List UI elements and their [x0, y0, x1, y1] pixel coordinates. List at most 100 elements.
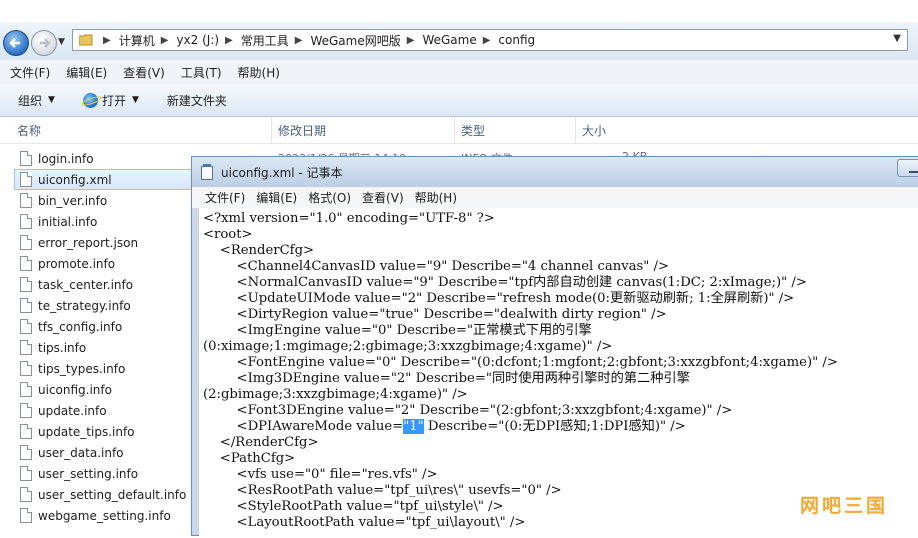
code-line: <?xml version="1.0" encoding="UTF-8" ?>: [203, 211, 495, 226]
arrow-right-icon: [40, 38, 51, 48]
file-row[interactable]: te_strategy.info: [0, 295, 200, 316]
code-line: <ImgEngine value="0" Describe="正常模式下用的引擎: [203, 323, 592, 338]
file-icon: [20, 445, 32, 460]
file-icon: [20, 403, 32, 418]
column-type[interactable]: 类型: [461, 122, 485, 139]
menu-help[interactable]: 帮助(H): [238, 64, 280, 81]
xml-content: <?xml version="1.0" encoding="UTF-8" ?> …: [199, 208, 918, 531]
file-row[interactable]: bin_ver.info: [0, 190, 200, 211]
breadcrumb-item-tools[interactable]: 常用工具: [241, 32, 289, 49]
file-icon: [20, 214, 32, 229]
notepad-text-area[interactable]: <?xml version="1.0" encoding="UTF-8" ?> …: [199, 208, 918, 538]
back-button[interactable]: [3, 30, 29, 56]
code-line: <vfs use="0" file="res.vfs" />: [203, 467, 438, 482]
column-size[interactable]: 大小: [582, 122, 606, 139]
code-line: <ResRootPath value="tpf_ui\res\" usevfs=…: [203, 483, 562, 498]
notepad-menu-view[interactable]: 查看(V): [362, 189, 404, 206]
menu-edit[interactable]: 编辑(E): [66, 64, 107, 81]
notepad-menu-edit[interactable]: 编辑(E): [256, 189, 297, 206]
file-name: user_setting_default.info: [38, 487, 187, 502]
file-name: user_setting.info: [38, 466, 139, 481]
file-name: login.info: [38, 151, 94, 166]
breadcrumb-item-wegame-netcafe[interactable]: WeGame网吧版: [310, 32, 400, 49]
file-name: bin_ver.info: [38, 193, 108, 208]
code-line: <FontEngine value="0" Describe="(0:dcfon…: [203, 355, 838, 370]
column-name[interactable]: 名称: [17, 122, 41, 139]
file-row[interactable]: tfs_config.info: [0, 316, 200, 337]
file-name: error_report.json: [38, 235, 139, 250]
new-folder-button[interactable]: 新建文件夹: [167, 92, 227, 109]
file-row[interactable]: login.info: [0, 148, 200, 169]
file-row-selected[interactable]: uiconfig.xml: [14, 169, 206, 190]
breadcrumb-separator-icon[interactable]: ▶: [161, 35, 169, 46]
notepad-menu-file[interactable]: 文件(F): [205, 189, 245, 206]
breadcrumb-separator-icon[interactable]: ▶: [103, 35, 111, 46]
file-name: tips.info: [38, 340, 87, 355]
file-row[interactable]: user_setting.info: [0, 463, 200, 484]
file-row[interactable]: task_center.info: [0, 274, 200, 295]
organize-label: 组织: [18, 93, 43, 108]
file-icon: [20, 277, 32, 292]
forward-button[interactable]: [31, 30, 57, 56]
file-row[interactable]: update_tips.info: [0, 421, 200, 442]
chevron-down-icon: ▼: [48, 95, 55, 105]
notepad-title-bar[interactable]: uiconfig.xml - 记事本: [192, 157, 918, 187]
address-history-dropdown-icon[interactable]: ▼: [893, 33, 901, 44]
folder-icon: [79, 34, 93, 46]
notepad-menu-bar: 文件(F) 编辑(E) 格式(O) 查看(V) 帮助(H): [192, 187, 918, 209]
minimize-button[interactable]: [897, 159, 918, 177]
file-icon: [20, 193, 32, 208]
open-button[interactable]: 打开 ▼: [82, 92, 139, 109]
breadcrumb-separator-icon[interactable]: ▶: [295, 35, 303, 46]
breadcrumb[interactable]: ▶ 计算机 ▶ yx2 (J:) ▶ 常用工具 ▶ WeGame网吧版 ▶ We…: [72, 29, 908, 51]
column-divider[interactable]: [454, 117, 455, 143]
open-label: 打开: [101, 93, 126, 108]
notepad-icon: [201, 164, 213, 180]
breadcrumb-item-wegame[interactable]: WeGame: [422, 33, 476, 47]
file-row[interactable]: tips_types.info: [0, 358, 200, 379]
file-row[interactable]: uiconfig.info: [0, 379, 200, 400]
breadcrumb-separator-icon[interactable]: ▶: [225, 35, 233, 46]
recent-pages-dropdown-icon[interactable]: ▼: [58, 37, 65, 47]
file-icon: [20, 424, 32, 439]
notepad-menu-format[interactable]: 格式(O): [308, 189, 351, 206]
breadcrumb-item-drive[interactable]: yx2 (J:): [176, 33, 219, 47]
code-line: <NormalCanvasID value="9" Describe="tpf内…: [203, 275, 807, 290]
chevron-down-icon: ▼: [131, 95, 139, 105]
file-row[interactable]: webgame_setting.info: [0, 505, 200, 526]
file-name: initial.info: [38, 214, 98, 229]
menu-tools[interactable]: 工具(T): [181, 64, 222, 81]
breadcrumb-separator-icon[interactable]: ▶: [407, 35, 415, 46]
file-row[interactable]: tips.info: [0, 337, 200, 358]
file-name: uiconfig.xml: [38, 172, 112, 187]
breadcrumb-item-computer[interactable]: 计算机: [119, 32, 155, 49]
breadcrumb-item-config[interactable]: config: [498, 33, 535, 47]
file-icon: [20, 298, 32, 313]
file-row[interactable]: promote.info: [0, 253, 200, 274]
file-row[interactable]: initial.info: [0, 211, 200, 232]
address-bar: ▼ ▶ 计算机 ▶ yx2 (J:) ▶ 常用工具 ▶ WeGame网吧版 ▶ …: [0, 22, 918, 60]
selected-text: "1": [403, 419, 424, 434]
code-line: (2:gbimage;3:xxzgbimage;4:xgame)" />: [203, 387, 468, 402]
code-line: <Font3DEngine value="2" Describe="(2:gbf…: [203, 403, 733, 418]
breadcrumb-separator-icon[interactable]: ▶: [483, 35, 491, 46]
notepad-menu-help[interactable]: 帮助(H): [415, 189, 457, 206]
file-icon: [20, 319, 32, 334]
file-name: tfs_config.info: [38, 319, 123, 334]
file-name: promote.info: [38, 256, 116, 271]
menu-file[interactable]: 文件(F): [10, 64, 50, 81]
column-divider[interactable]: [271, 117, 272, 143]
file-icon: [20, 487, 32, 502]
file-row[interactable]: update.info: [0, 400, 200, 421]
file-row[interactable]: user_data.info: [0, 442, 200, 463]
file-row[interactable]: user_setting_default.info: [0, 484, 200, 505]
new-folder-label: 新建文件夹: [166, 93, 227, 108]
column-divider[interactable]: [575, 117, 576, 143]
file-name: tips_types.info: [38, 361, 126, 376]
column-modified[interactable]: 修改日期: [278, 122, 326, 139]
organize-button[interactable]: 组织 ▼: [18, 92, 55, 109]
internet-explorer-icon: [82, 92, 98, 108]
menu-view[interactable]: 查看(V): [123, 64, 165, 81]
file-icon: [20, 508, 32, 523]
file-row[interactable]: error_report.json: [0, 232, 200, 253]
